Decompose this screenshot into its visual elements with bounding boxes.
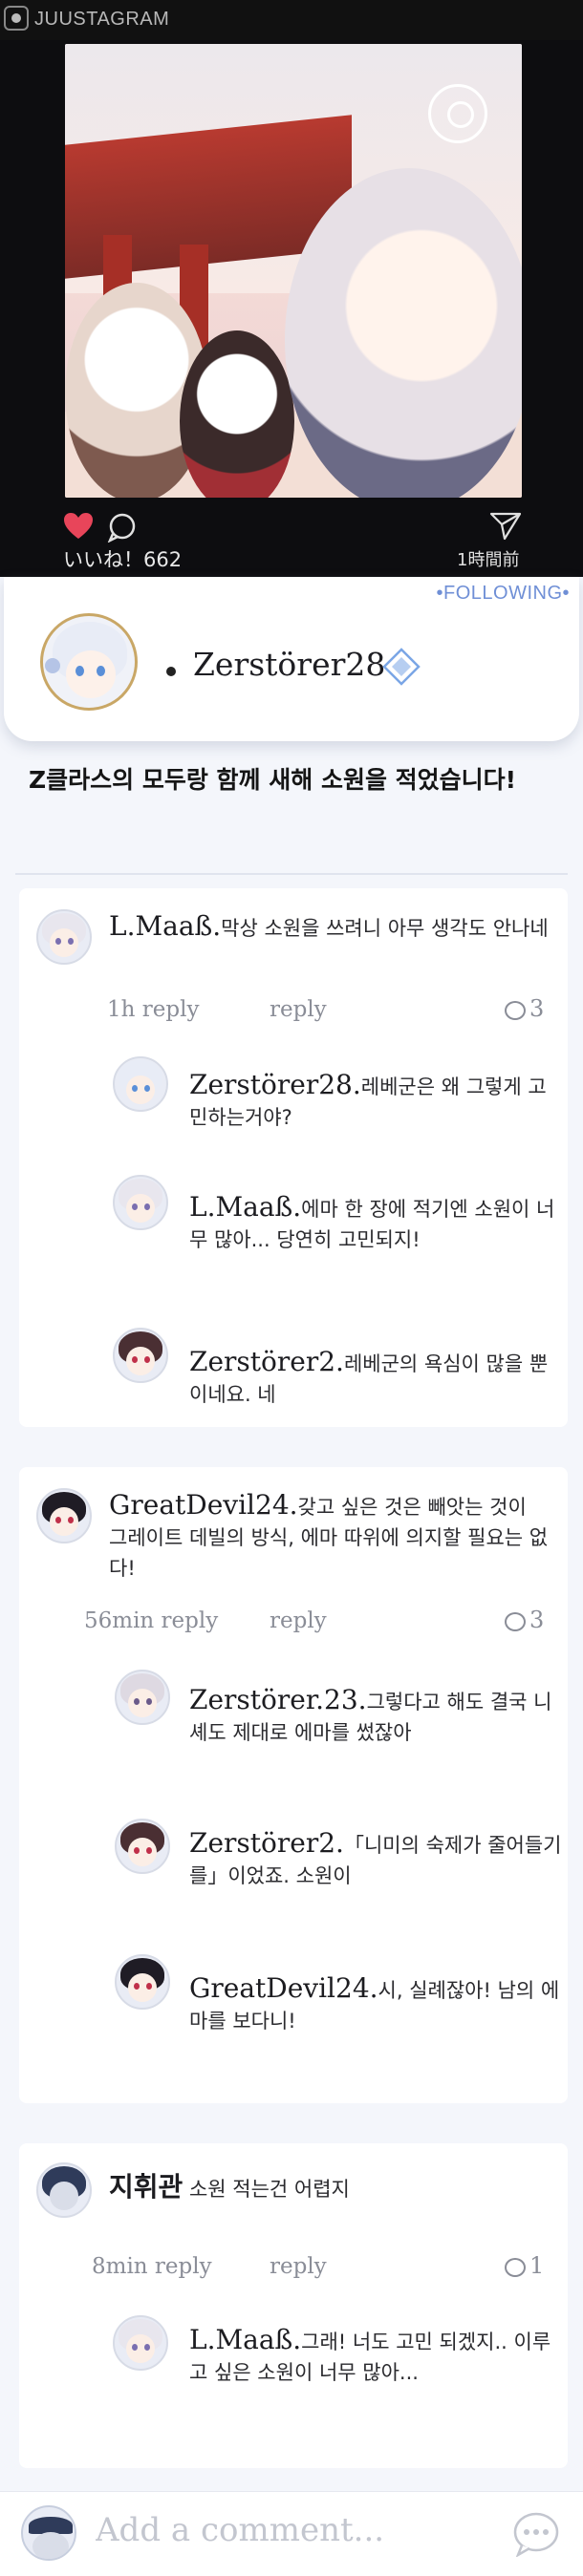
reply-body: GreatDevil24.시, 실례잖아! 남의 에마를 보다니! <box>189 1973 562 2036</box>
profile-card: •FOLLOWING• Zerstörer28 <box>4 577 579 741</box>
heart-icon[interactable] <box>63 512 94 541</box>
reply-username[interactable]: Zerstörer2. <box>189 1827 344 1859</box>
comment-text: 막상 소원을 쓰려니 아무 생각도 안나네 <box>221 917 549 940</box>
app-logo-icon <box>4 6 29 31</box>
comment-thread: L.Maaß.막상 소원을 쓰려니 아무 생각도 안나네 1h reply re… <box>19 888 568 1427</box>
reply-username[interactable]: Zerstörer.23. <box>189 1684 367 1715</box>
reply-count-value: 3 <box>529 995 545 1022</box>
reply-username[interactable]: L.Maaß. <box>189 1191 301 1223</box>
divider <box>15 873 568 875</box>
reply-count-icon <box>505 2257 526 2277</box>
reply-username[interactable]: GreatDevil24. <box>189 1972 378 2004</box>
comment-time: 1h reply <box>107 997 200 1022</box>
comment-username[interactable]: GreatDevil24. <box>109 1489 298 1521</box>
avatar[interactable] <box>40 613 138 711</box>
reply-count[interactable]: 3 <box>505 995 544 1022</box>
app-name: JUUSTAGRAM <box>34 9 170 30</box>
image-character <box>285 168 522 498</box>
reply-button[interactable]: reply <box>270 2254 327 2279</box>
avatar[interactable] <box>113 2315 168 2371</box>
reply-count[interactable]: 1 <box>505 2252 544 2279</box>
share-icon[interactable] <box>489 510 522 541</box>
reply-body: L.Maaß.에마 한 장에 적기엔 소원이 너무 많아... 당연히 고민되지… <box>189 1192 562 1255</box>
like-count: いいね！662 <box>63 548 183 571</box>
profile-bullet <box>166 667 176 676</box>
reply-count-value: 3 <box>529 1607 545 1633</box>
comment-body: L.Maaß.막상 소원을 쓰려니 아무 생각도 안나네 <box>109 911 549 944</box>
comment-time: 56min reply <box>84 1608 219 1633</box>
comment-username[interactable]: 지휘관 <box>109 2171 183 2203</box>
avatar[interactable] <box>115 1819 170 1874</box>
avatar[interactable] <box>36 1488 92 1543</box>
app-header: JUUSTAGRAM <box>0 0 583 40</box>
comment-input[interactable] <box>96 2511 497 2549</box>
comment-time: 8min reply <box>92 2254 212 2279</box>
avatar[interactable] <box>115 1954 170 2010</box>
reply-count[interactable]: 3 <box>505 1607 544 1633</box>
comment-thread: GreatDevil24.갖고 싶은 것은 빼앗는 것이 그레이트 데빌의 방식… <box>19 1467 568 2103</box>
comment-composer <box>0 2491 583 2576</box>
chat-icon[interactable] <box>512 2511 560 2557</box>
comments-panel: •FOLLOWING• Zerstörer28 Z클라스의 모두랑 함께 새해 … <box>0 577 583 2576</box>
post-actions: いいね！662 1時間前 <box>0 502 583 579</box>
reply-body: Zerstörer2.「니미의 숙제가 줄어들기를」이었죠. 소원이 <box>189 1828 562 1891</box>
reply-username[interactable]: Zerstörer2. <box>189 1346 344 1377</box>
image-character <box>180 330 294 498</box>
post-image[interactable] <box>65 44 522 498</box>
avatar[interactable] <box>113 1056 168 1112</box>
following-badge[interactable]: •FOLLOWING• <box>436 583 570 605</box>
verified-icon <box>382 648 421 686</box>
comment-icon[interactable] <box>107 512 138 543</box>
reply-username[interactable]: L.Maaß. <box>189 2324 301 2355</box>
reply-button[interactable]: reply <box>270 997 327 1022</box>
comment-body: 지휘관 소원 적는건 어렵지 <box>109 2172 549 2204</box>
reply-body: Zerstörer.23.그렇다고 해도 결국 니셰도 제대로 에마를 썼잖아 <box>189 1685 562 1748</box>
avatar[interactable] <box>113 1328 168 1383</box>
comment-text: 소원 적는건 어렵지 <box>188 2178 350 2201</box>
reply-username[interactable]: Zerstörer28. <box>189 1069 361 1100</box>
reply-count-icon <box>505 1611 526 1631</box>
speech-bubble-icon <box>428 84 487 143</box>
reply-button[interactable]: reply <box>270 1608 327 1633</box>
avatar[interactable] <box>36 909 92 965</box>
reply-count-icon <box>505 1000 526 1020</box>
comment-body: GreatDevil24.갖고 싶은 것은 빼앗는 것이 그레이트 데빌의 방식… <box>109 1490 549 1584</box>
comment-thread: 지휘관 소원 적는건 어렵지 8min reply reply 1 L.Maaß… <box>19 2143 568 2468</box>
reply-body: Zerstörer28.레베군은 왜 그렇게 고민하는거야? <box>189 1070 562 1133</box>
avatar[interactable] <box>113 1175 168 1230</box>
reply-body: Zerstörer2.레베군의 욕심이 많을 뿐이네요. 네 <box>189 1347 562 1410</box>
post-caption: Z클라스의 모두랑 함께 새해 소원을 적었습니다! <box>29 766 517 794</box>
reply-count-value: 1 <box>529 2252 545 2279</box>
avatar[interactable] <box>21 2505 76 2561</box>
reply-body: L.Maaß.그래! 너도 고민 되겠지.. 이루고 싶은 소원이 너무 많아.… <box>189 2325 562 2388</box>
profile-username[interactable]: Zerstörer28 <box>193 646 385 683</box>
post-time: 1時間前 <box>457 550 520 570</box>
avatar[interactable] <box>36 2162 92 2218</box>
avatar[interactable] <box>115 1670 170 1725</box>
comment-username[interactable]: L.Maaß. <box>109 910 221 942</box>
